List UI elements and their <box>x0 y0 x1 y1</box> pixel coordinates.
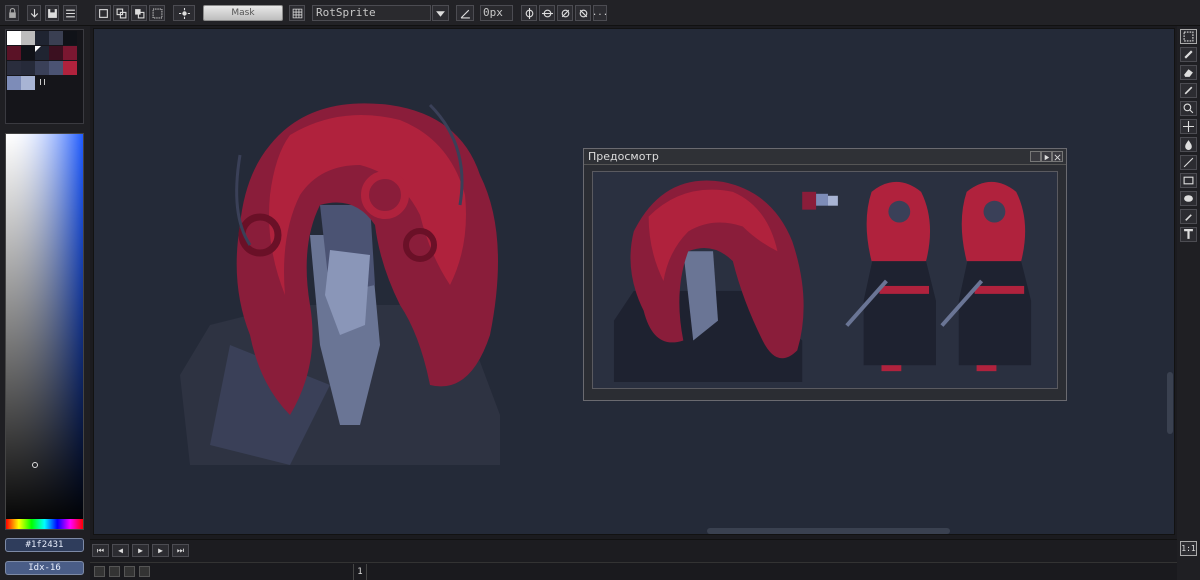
sprite-artwork <box>180 103 500 465</box>
continuous-icon[interactable] <box>124 566 135 577</box>
layer-row[interactable]: 1 <box>90 562 1177 580</box>
palette-swatch[interactable] <box>21 46 35 60</box>
palette-swatch[interactable] <box>35 31 49 45</box>
rectangle-tool-icon[interactable] <box>1180 173 1197 188</box>
selection-replace-icon[interactable] <box>95 5 111 21</box>
pencil-tool-icon[interactable] <box>1180 47 1197 62</box>
rotate-icon[interactable] <box>575 5 591 21</box>
preview-canvas <box>592 171 1058 389</box>
angle-icon[interactable] <box>456 5 474 21</box>
hue-slider[interactable] <box>6 519 83 529</box>
first-frame-icon[interactable]: ⏮ <box>92 544 109 557</box>
lock-icon[interactable] <box>109 566 120 577</box>
selection-subtract-icon[interactable] <box>131 5 147 21</box>
eye-icon[interactable] <box>94 566 105 577</box>
play-icon[interactable]: ▶ <box>132 544 149 557</box>
color-picker-cursor[interactable] <box>32 462 38 468</box>
preview-sprites <box>613 180 1032 383</box>
color-panel: #1f2431 Idx-16 <box>0 26 90 580</box>
palette-swatch[interactable] <box>49 46 63 60</box>
palette-index-badge: Idx-16 <box>5 561 84 575</box>
animation-timeline: ⏮ ◀ ▶ ▶ ⏭ 1 <box>90 539 1177 580</box>
next-frame-icon[interactable]: ▶ <box>152 544 169 557</box>
more-button[interactable]: ... <box>592 5 608 21</box>
preview-title: Предосмотр <box>584 149 1066 165</box>
palette-swatch[interactable] <box>49 31 63 45</box>
tools-sidebar <box>1177 26 1200 580</box>
hex-color-field[interactable]: #1f2431 <box>5 538 84 552</box>
top-toolbar: Mask RotSprite 0px ... <box>0 0 1200 26</box>
text-tool-icon[interactable] <box>1180 227 1197 242</box>
palette-swatch[interactable] <box>7 31 21 45</box>
palette-swatch[interactable] <box>49 61 63 75</box>
palette-swatch[interactable] <box>63 31 77 45</box>
horizontal-scrollbar[interactable] <box>707 528 950 534</box>
frame-number[interactable]: 1 <box>353 564 367 580</box>
palette-swatch[interactable] <box>7 61 21 75</box>
menu-icon[interactable] <box>63 5 77 21</box>
palette-swatch-selected[interactable] <box>35 46 49 60</box>
grid-icon[interactable] <box>289 5 305 21</box>
palette-swatch[interactable] <box>21 76 35 90</box>
resize-method-select[interactable]: RotSprite <box>312 5 431 21</box>
palette-sort-icon[interactable] <box>40 79 45 85</box>
palette-swatch[interactable] <box>7 46 21 60</box>
selection-add-icon[interactable] <box>113 5 129 21</box>
zoom-reset-button[interactable]: 1:1 <box>1180 541 1197 556</box>
vertical-scrollbar[interactable] <box>1167 372 1173 434</box>
last-frame-icon[interactable]: ⏭ <box>172 544 189 557</box>
arrow-down-icon[interactable] <box>27 5 41 21</box>
play-icon[interactable] <box>1041 151 1052 162</box>
brush-tool-icon[interactable] <box>1180 83 1197 98</box>
flip-vertical-icon[interactable] <box>557 5 573 21</box>
close-icon[interactable] <box>1052 151 1063 162</box>
shading-tool-icon[interactable] <box>1180 191 1197 206</box>
pivot-icon[interactable] <box>521 5 537 21</box>
selection-intersect-icon[interactable] <box>149 5 165 21</box>
move-tool-icon[interactable] <box>1180 119 1197 134</box>
palette-grid <box>5 29 84 124</box>
mask-toggle[interactable]: Mask <box>203 5 283 21</box>
palette-swatch[interactable] <box>63 61 77 75</box>
flip-horizontal-icon[interactable] <box>539 5 555 21</box>
palette-swatch[interactable] <box>35 61 49 75</box>
fill-tool-icon[interactable] <box>1180 137 1197 152</box>
preview-window: Предосмотр <box>583 148 1067 401</box>
offset-field[interactable]: 0px <box>480 5 513 21</box>
zoom-tool-icon[interactable] <box>1180 101 1197 116</box>
chevron-down-icon[interactable] <box>432 5 449 21</box>
select-tool-icon[interactable] <box>1180 29 1197 44</box>
line-tool-icon[interactable] <box>1180 155 1197 170</box>
pixel-perfect-icon[interactable] <box>173 5 195 21</box>
palette-swatch[interactable] <box>21 61 35 75</box>
onion-skin-icon[interactable] <box>139 566 150 577</box>
fit-icon[interactable] <box>1030 151 1041 162</box>
palette-swatch[interactable] <box>21 31 35 45</box>
palette-swatch[interactable] <box>7 76 21 90</box>
lock-icon[interactable] <box>5 5 19 21</box>
color-saturation-field[interactable] <box>5 133 84 530</box>
palette-swatch[interactable] <box>63 46 77 60</box>
eraser-tool-icon[interactable] <box>1180 65 1197 80</box>
smudge-tool-icon[interactable] <box>1180 209 1197 224</box>
save-icon[interactable] <box>45 5 59 21</box>
previous-frame-icon[interactable]: ◀ <box>112 544 129 557</box>
